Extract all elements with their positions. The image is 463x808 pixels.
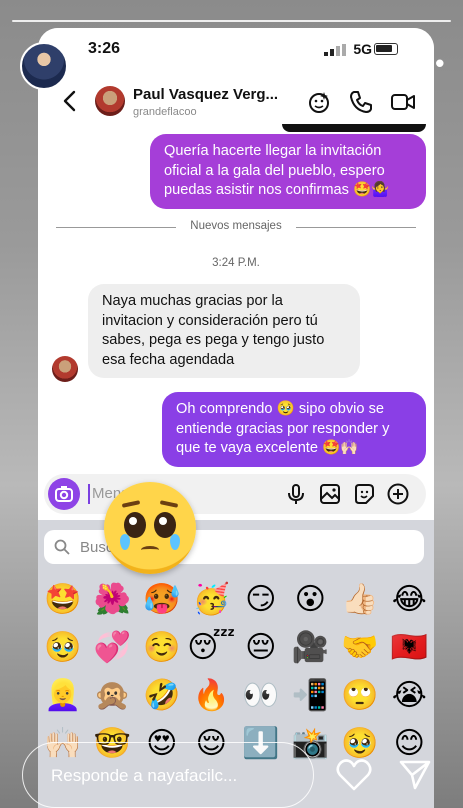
emoji-key[interactable]: 🤩: [38, 578, 88, 622]
incoming-message[interactable]: Naya muchas gracias por la invitacion y …: [88, 284, 360, 378]
emoji-key[interactable]: 🇦🇱: [385, 626, 435, 670]
story-username[interactable]: nayafacilc: [84, 58, 166, 78]
emoji-key[interactable]: 😏: [236, 578, 286, 622]
emoji-key[interactable]: 🥵: [137, 578, 187, 622]
search-icon: [54, 539, 70, 555]
video-call-icon[interactable]: [390, 89, 416, 115]
message-composer[interactable]: Mensaje...: [44, 474, 426, 514]
story-progress-bar: [12, 20, 451, 22]
outgoing-message[interactable]: Oh comprendo 🥹 sipo obvio se entiende gr…: [162, 392, 426, 467]
emoji-key[interactable]: 😂: [385, 578, 435, 622]
emoji-key[interactable]: 💞: [88, 626, 138, 670]
story-author-avatar[interactable]: [20, 42, 68, 90]
emoji-grid: 🤩 🌺 🥵 🥳 😏 😮 👍🏻 😂 🥹 💞 ☺️ 😴 😔 🎥 🤝 🇦🇱 👱‍♀️ 🙊 🤣 🔥 👀 📲 🙄 😭 🙌🏻 🤓 😍 😌 ⬇️ 📸 🥹 😊: [38, 578, 434, 766]
previous-message-edge: [282, 124, 426, 132]
message-timestamp: 3:24 P.M.: [212, 257, 260, 269]
emoji-key[interactable]: ☺️: [137, 626, 187, 670]
emoji-key[interactable]: 😔: [236, 626, 286, 670]
outgoing-message[interactable]: Quería hacerte llegar la invitación ofic…: [150, 134, 426, 209]
reply-placeholder: Responde a nayafacilc...: [51, 766, 238, 785]
text-caret: [88, 484, 90, 504]
emoji-key[interactable]: 👀: [236, 674, 286, 718]
contact-avatar[interactable]: [95, 86, 125, 116]
emoji-key[interactable]: 👱‍♀️: [38, 674, 88, 718]
emoji-key[interactable]: 🤝: [335, 626, 385, 670]
story-time-ago: 23 h: [204, 58, 238, 77]
story-header: nayafacilc 23 h •••: [20, 38, 449, 90]
sender-avatar: [52, 356, 78, 382]
emoji-key[interactable]: 🥹: [38, 626, 88, 670]
emoji-key[interactable]: 😮: [286, 578, 336, 622]
emoji-key[interactable]: 📲: [286, 674, 336, 718]
camera-button[interactable]: [48, 478, 80, 510]
microphone-icon[interactable]: [284, 482, 308, 506]
emoji-key[interactable]: 😴: [187, 626, 237, 670]
more-options-icon[interactable]: •••: [413, 50, 447, 78]
phone-call-icon[interactable]: [348, 89, 374, 115]
emoji-key[interactable]: 👍🏻: [335, 578, 385, 622]
emoji-search-field[interactable]: Buscar: [44, 530, 424, 564]
send-icon[interactable]: [398, 758, 432, 792]
camera-icon: [55, 486, 73, 502]
emoji-key[interactable]: 🙊: [88, 674, 138, 718]
heart-icon[interactable]: [336, 758, 372, 792]
sticker-icon[interactable]: [352, 482, 376, 506]
back-chevron-icon[interactable]: [62, 90, 76, 112]
emoji-key[interactable]: 🎥: [286, 626, 336, 670]
emoji-key[interactable]: 🤣: [137, 674, 187, 718]
new-messages-label: Nuevos mensajes: [190, 220, 282, 232]
emoji-key[interactable]: 🔥: [187, 674, 237, 718]
emoji-key[interactable]: 😭: [385, 674, 435, 718]
emoji-key[interactable]: 🌺: [88, 578, 138, 622]
pleading-face-sticker-icon: [104, 482, 196, 574]
dm-screenshot: 3:26 5G Paul Vasquez Verg... grandeflaco…: [38, 28, 434, 808]
plus-icon[interactable]: [386, 482, 410, 506]
gallery-icon[interactable]: [318, 482, 342, 506]
story-reply-input[interactable]: Responde a nayafacilc...: [22, 742, 314, 808]
emoji-key[interactable]: 🙄: [335, 674, 385, 718]
emoji-key[interactable]: 🥳: [187, 578, 237, 622]
play-icon[interactable]: [363, 54, 389, 80]
contact-handle: grandeflacoo: [133, 106, 197, 118]
effects-icon[interactable]: [306, 89, 332, 115]
